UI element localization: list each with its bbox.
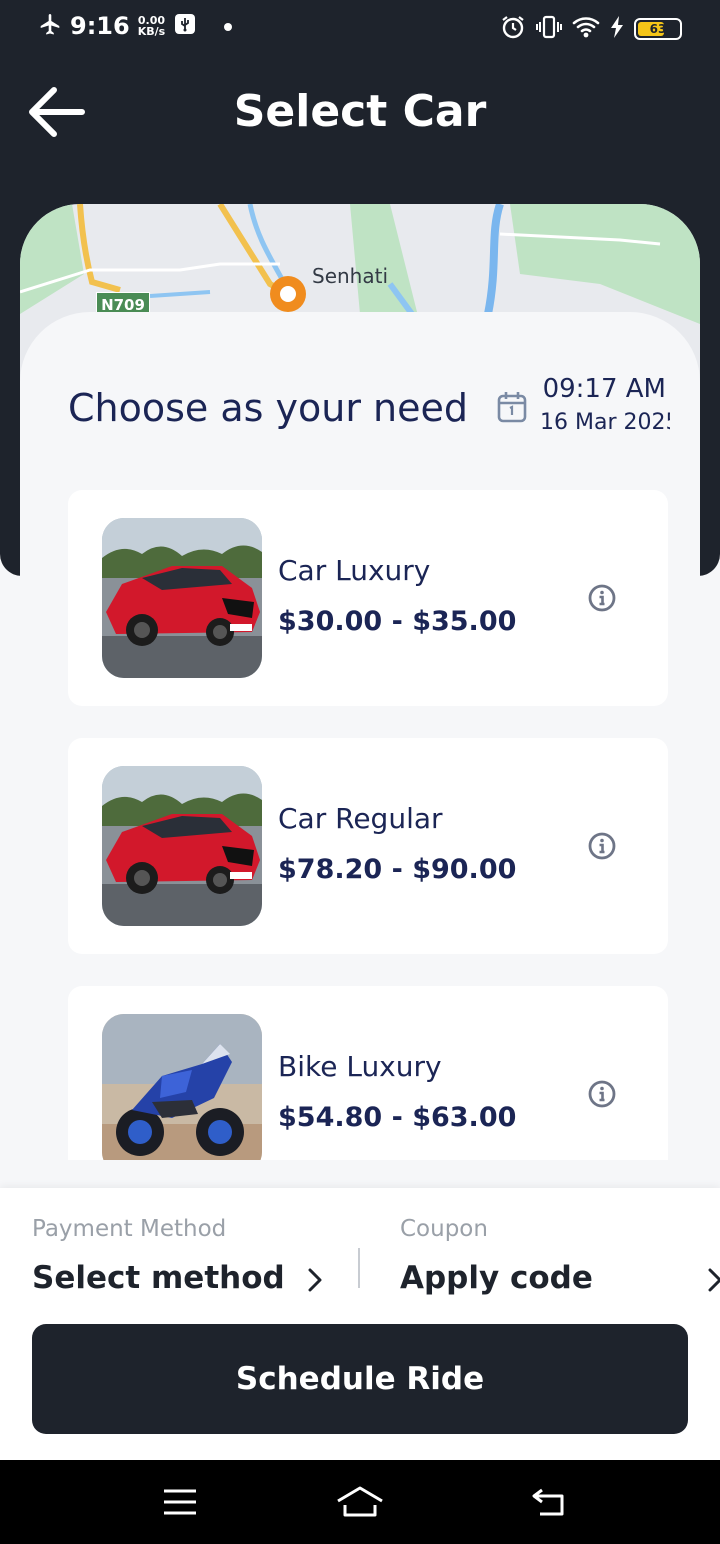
status-time: 9:16: [70, 12, 130, 40]
schedule-ride-button[interactable]: Schedule Ride: [32, 1324, 688, 1434]
status-bar-right: 63: [500, 14, 682, 44]
schedule-datetime[interactable]: 09:17 AM 16 Mar 2025: [540, 374, 670, 435]
menu-nav-button[interactable]: [150, 1480, 210, 1524]
vehicle-list[interactable]: Car Luxury $30.00 - $35.00 Car Regular $…: [68, 490, 668, 1160]
info-icon[interactable]: [586, 1078, 618, 1110]
vehicle-name: Bike Luxury: [278, 1050, 442, 1083]
screen: 9:16 0.00 KB/s 63 Select Car Senhati N70…: [0, 0, 720, 1544]
payment-method-selector[interactable]: Payment Method Select method: [0, 1188, 350, 1318]
wifi-icon: [572, 15, 600, 43]
vehicle-name: Car Luxury: [278, 554, 431, 587]
status-bar: 9:16 0.00 KB/s 63: [0, 0, 720, 56]
system-nav-bar: [0, 1460, 720, 1544]
vehicle-image-red-sports-car: [102, 766, 262, 926]
back-nav-icon: [532, 1488, 564, 1516]
vehicle-image-red-sports-car: [102, 518, 262, 678]
payment-method-label: Payment Method: [32, 1216, 227, 1242]
calendar-icon[interactable]: [496, 390, 528, 428]
coupon-value: Apply code: [400, 1260, 593, 1296]
menu-icon: [164, 1489, 196, 1515]
charging-icon: [610, 16, 624, 42]
chevron-right-icon: [304, 1264, 326, 1300]
battery-indicator: 63: [634, 18, 682, 40]
usb-debug-icon: [173, 12, 197, 40]
notification-dot-icon: [223, 17, 233, 36]
battery-level: 63: [649, 22, 667, 36]
vibrate-icon: [536, 14, 562, 44]
divider: [358, 1248, 360, 1288]
bottom-panel: Payment Method Select method Coupon Appl…: [0, 1188, 720, 1460]
status-bar-left: 9:16 0.00 KB/s: [38, 12, 233, 40]
vehicle-price: $54.80 - $63.00: [278, 1102, 517, 1133]
vehicle-price: $30.00 - $35.00: [278, 606, 517, 637]
page-title: Select Car: [233, 86, 487, 137]
network-speed: 0.00 KB/s: [138, 15, 165, 37]
airplane-mode-icon: [38, 12, 62, 40]
vehicle-card-car-regular[interactable]: Car Regular $78.20 - $90.00: [68, 738, 668, 954]
coupon-label: Coupon: [400, 1216, 488, 1242]
info-icon[interactable]: [586, 582, 618, 614]
info-icon[interactable]: [586, 830, 618, 862]
network-speed-unit: KB/s: [137, 25, 166, 38]
payment-method-value: Select method: [32, 1260, 285, 1296]
vehicle-price: $78.20 - $90.00: [278, 854, 517, 885]
vehicle-card-car-luxury[interactable]: Car Luxury $30.00 - $35.00: [68, 490, 668, 706]
alarm-icon: [500, 14, 526, 44]
coupon-selector[interactable]: Coupon Apply code: [370, 1188, 720, 1318]
chevron-right-icon: [706, 1264, 720, 1300]
home-icon: [337, 1486, 383, 1517]
schedule-date: 16 Mar 2025: [540, 410, 670, 435]
vehicle-card-bike-luxury[interactable]: Bike Luxury $54.80 - $63.00: [68, 986, 668, 1160]
schedule-time: 09:17 AM: [542, 374, 666, 404]
vehicle-image-blue-sport-bike: [102, 1014, 262, 1160]
section-heading: Choose as your need: [68, 386, 469, 430]
map-place-label: Senhati: [312, 264, 389, 288]
vehicle-name: Car Regular: [278, 802, 443, 835]
back-nav-button[interactable]: [518, 1480, 578, 1524]
home-nav-button[interactable]: [330, 1480, 390, 1524]
